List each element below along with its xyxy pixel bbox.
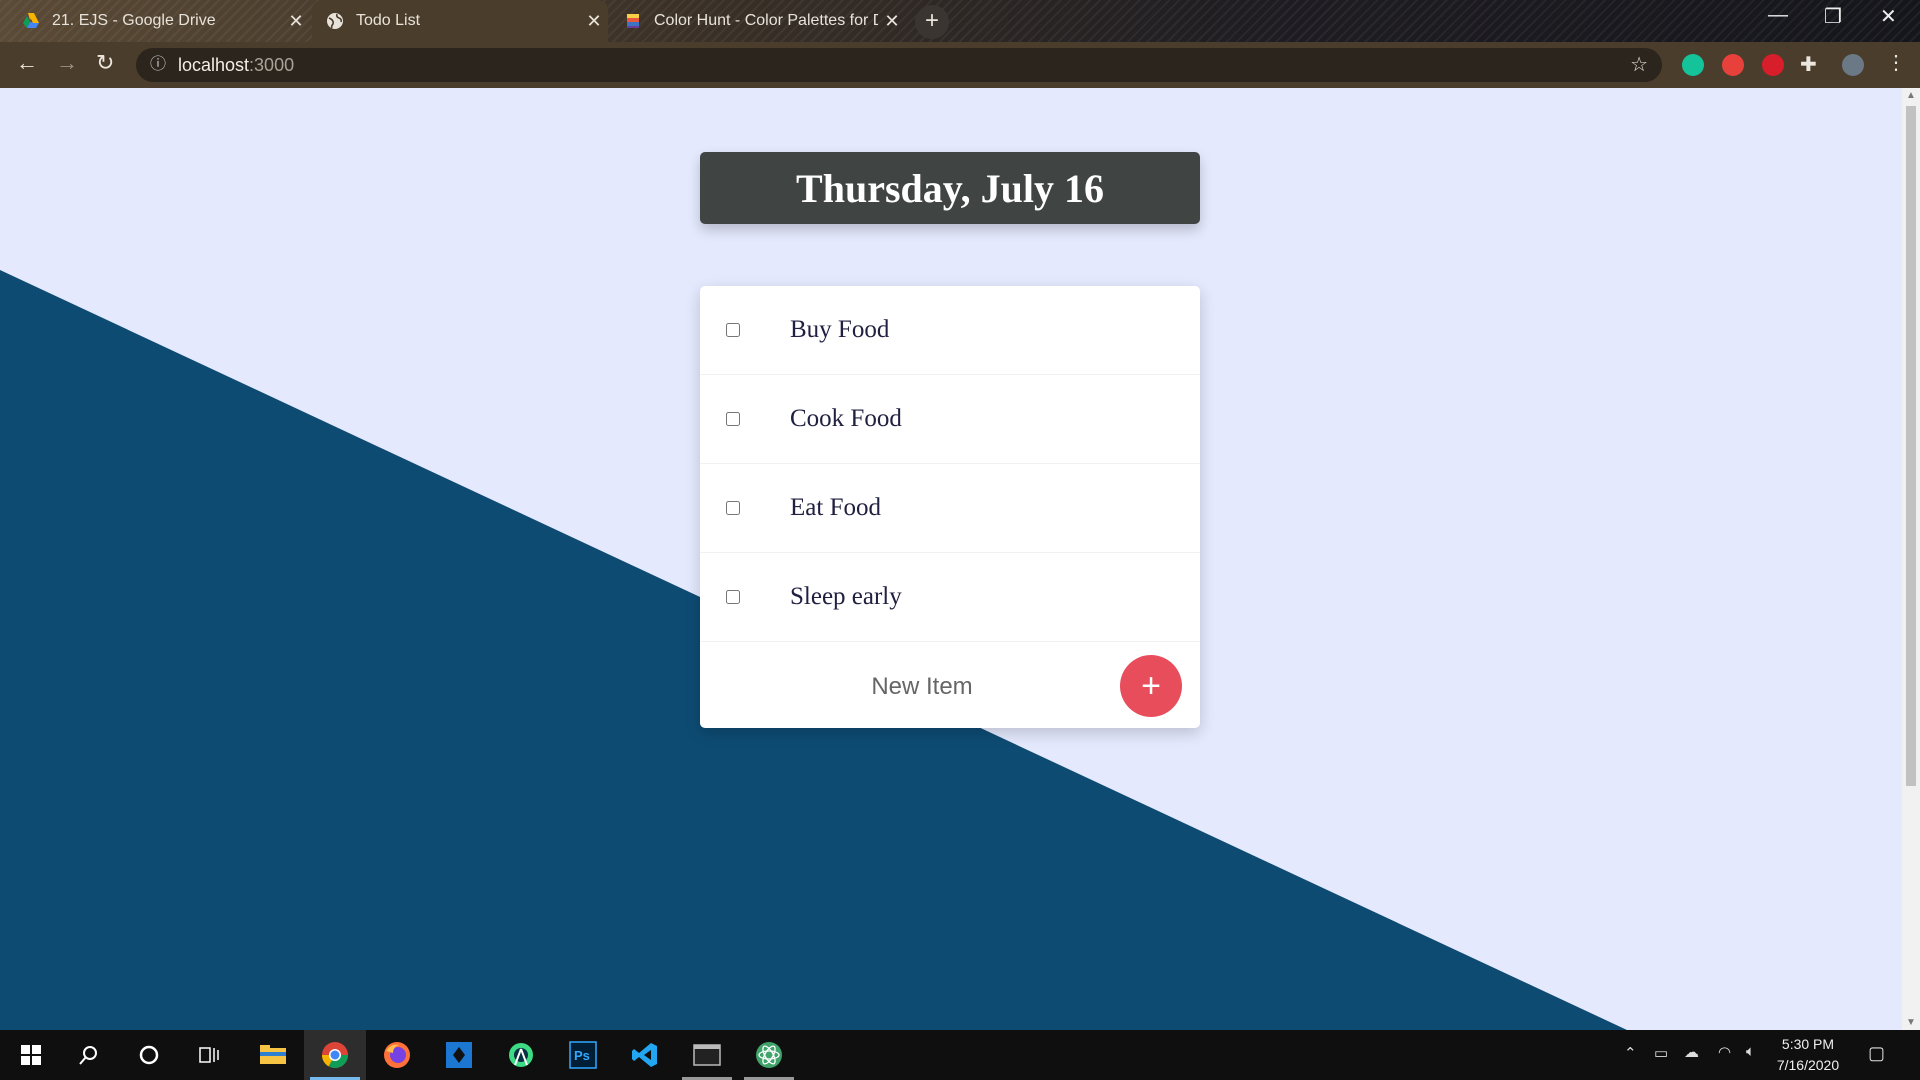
app-blue-icon[interactable] — [428, 1030, 490, 1080]
onedrive-icon[interactable]: ☁ — [1684, 1043, 1699, 1061]
menu-kebab-icon[interactable]: ⋮ — [1886, 50, 1906, 75]
item-label: Sleep early — [790, 583, 902, 610]
color-hunt-icon — [624, 12, 642, 30]
list-item: Buy Food — [700, 286, 1200, 375]
bookmark-star-icon[interactable]: ☆ — [1630, 48, 1648, 82]
page-viewport: Thursday, July 16 Buy Food Cook Food Eat… — [0, 88, 1902, 1030]
terminal-icon[interactable] — [676, 1030, 738, 1080]
item-checkbox[interactable] — [726, 590, 740, 604]
minimize-icon[interactable]: — — [1768, 4, 1788, 27]
grammarly-icon[interactable] — [1682, 54, 1704, 76]
site-info-icon[interactable]: ⓘ — [150, 48, 166, 82]
new-item-form: + — [700, 642, 1200, 730]
date-heading-box: Thursday, July 16 — [700, 152, 1200, 224]
tab-title: 21. EJS - Google Drive — [52, 12, 216, 29]
page-scrollbar[interactable]: ▲ ▼ — [1902, 88, 1920, 1030]
profile-avatar[interactable] — [1842, 54, 1864, 76]
puzzle-icon[interactable]: ✚ — [1800, 52, 1817, 77]
tab-color-hunt[interactable]: Color Hunt - Color Palettes for D ✕ — [610, 0, 906, 42]
extension-red-icon[interactable] — [1722, 54, 1744, 76]
tab-title: Color Hunt - Color Palettes for D — [654, 12, 878, 29]
close-tab-icon[interactable]: ✕ — [282, 11, 310, 32]
globe-icon — [326, 12, 344, 30]
scrollbar-thumb[interactable] — [1906, 106, 1916, 786]
close-tab-icon[interactable]: ✕ — [878, 11, 906, 32]
wifi-icon[interactable]: ◠ — [1718, 1043, 1731, 1061]
close-tab-icon[interactable]: ✕ — [580, 11, 608, 32]
restore-icon[interactable]: ❐ — [1824, 4, 1842, 29]
address-bar[interactable]: ⓘ localhost:3000 ☆ — [136, 48, 1662, 82]
vscode-icon[interactable] — [614, 1030, 676, 1080]
reload-icon[interactable]: ↻ — [96, 50, 114, 76]
browser-tab-strip: 21. EJS - Google Drive ✕ Todo List ✕ Col… — [0, 0, 1920, 42]
item-checkbox[interactable] — [726, 501, 740, 515]
tab-todo-list[interactable]: Todo List ✕ — [312, 0, 608, 42]
search-icon[interactable] — [58, 1030, 120, 1080]
google-drive-icon — [22, 12, 40, 30]
clock-date: 7/16/2020 — [1776, 1057, 1840, 1073]
new-item-input[interactable] — [800, 664, 1044, 710]
svg-text:Ps: Ps — [574, 1048, 590, 1063]
tab-title: Todo List — [356, 12, 421, 29]
file-explorer-icon[interactable] — [242, 1030, 304, 1080]
battery-icon[interactable]: ▭ — [1654, 1044, 1668, 1062]
item-label: Buy Food — [790, 316, 890, 343]
scroll-up-icon[interactable]: ▲ — [1906, 90, 1916, 101]
add-item-button[interactable]: + — [1120, 655, 1182, 717]
volume-icon[interactable]: 🔈︎ — [1746, 1043, 1755, 1060]
back-icon[interactable]: ← — [16, 50, 38, 76]
page-title: Thursday, July 16 — [796, 165, 1104, 211]
windows-taskbar: Ps ⌃ ▭ ☁ ◠ 🔈︎ 5:30 PM 7/16/2020 ▢ — [0, 1030, 1920, 1080]
firefox-icon[interactable] — [366, 1030, 428, 1080]
cortana-icon[interactable] — [118, 1030, 180, 1080]
forward-icon[interactable]: → — [56, 50, 78, 76]
windows-start-icon[interactable] — [0, 1030, 62, 1080]
close-window-icon[interactable]: ✕ — [1880, 4, 1897, 29]
atom-icon[interactable] — [738, 1030, 800, 1080]
clock[interactable]: 5:30 PM 7/16/2020 — [1758, 1034, 1858, 1076]
list-item: Sleep early — [700, 553, 1200, 642]
item-label: Eat Food — [790, 494, 881, 521]
url-text: localhost:3000 — [178, 55, 295, 75]
chrome-icon[interactable] — [304, 1030, 366, 1080]
task-view-icon[interactable] — [178, 1030, 240, 1080]
chevron-up-icon[interactable]: ⌃ — [1624, 1044, 1637, 1062]
new-tab-button[interactable]: + — [915, 5, 949, 39]
item-checkbox[interactable] — [726, 323, 740, 337]
list-item: Cook Food — [700, 375, 1200, 464]
scroll-down-icon[interactable]: ▼ — [1906, 1017, 1916, 1028]
list-item: Eat Food — [700, 464, 1200, 553]
browser-toolbar: ← → ↻ ⓘ localhost:3000 ☆ ✚ ⋮ — [0, 42, 1920, 90]
clock-time: 5:30 PM — [1781, 1036, 1835, 1052]
photoshop-icon[interactable]: Ps — [552, 1030, 614, 1080]
todo-card: Buy Food Cook Food Eat Food Sleep early … — [700, 286, 1200, 728]
extension-sync-icon[interactable] — [1762, 54, 1784, 76]
item-label: Cook Food — [790, 405, 902, 432]
tab-google-drive[interactable]: 21. EJS - Google Drive ✕ — [0, 0, 310, 42]
notification-icon[interactable]: ▢ — [1868, 1043, 1885, 1064]
item-checkbox[interactable] — [726, 412, 740, 426]
android-studio-icon[interactable] — [490, 1030, 552, 1080]
